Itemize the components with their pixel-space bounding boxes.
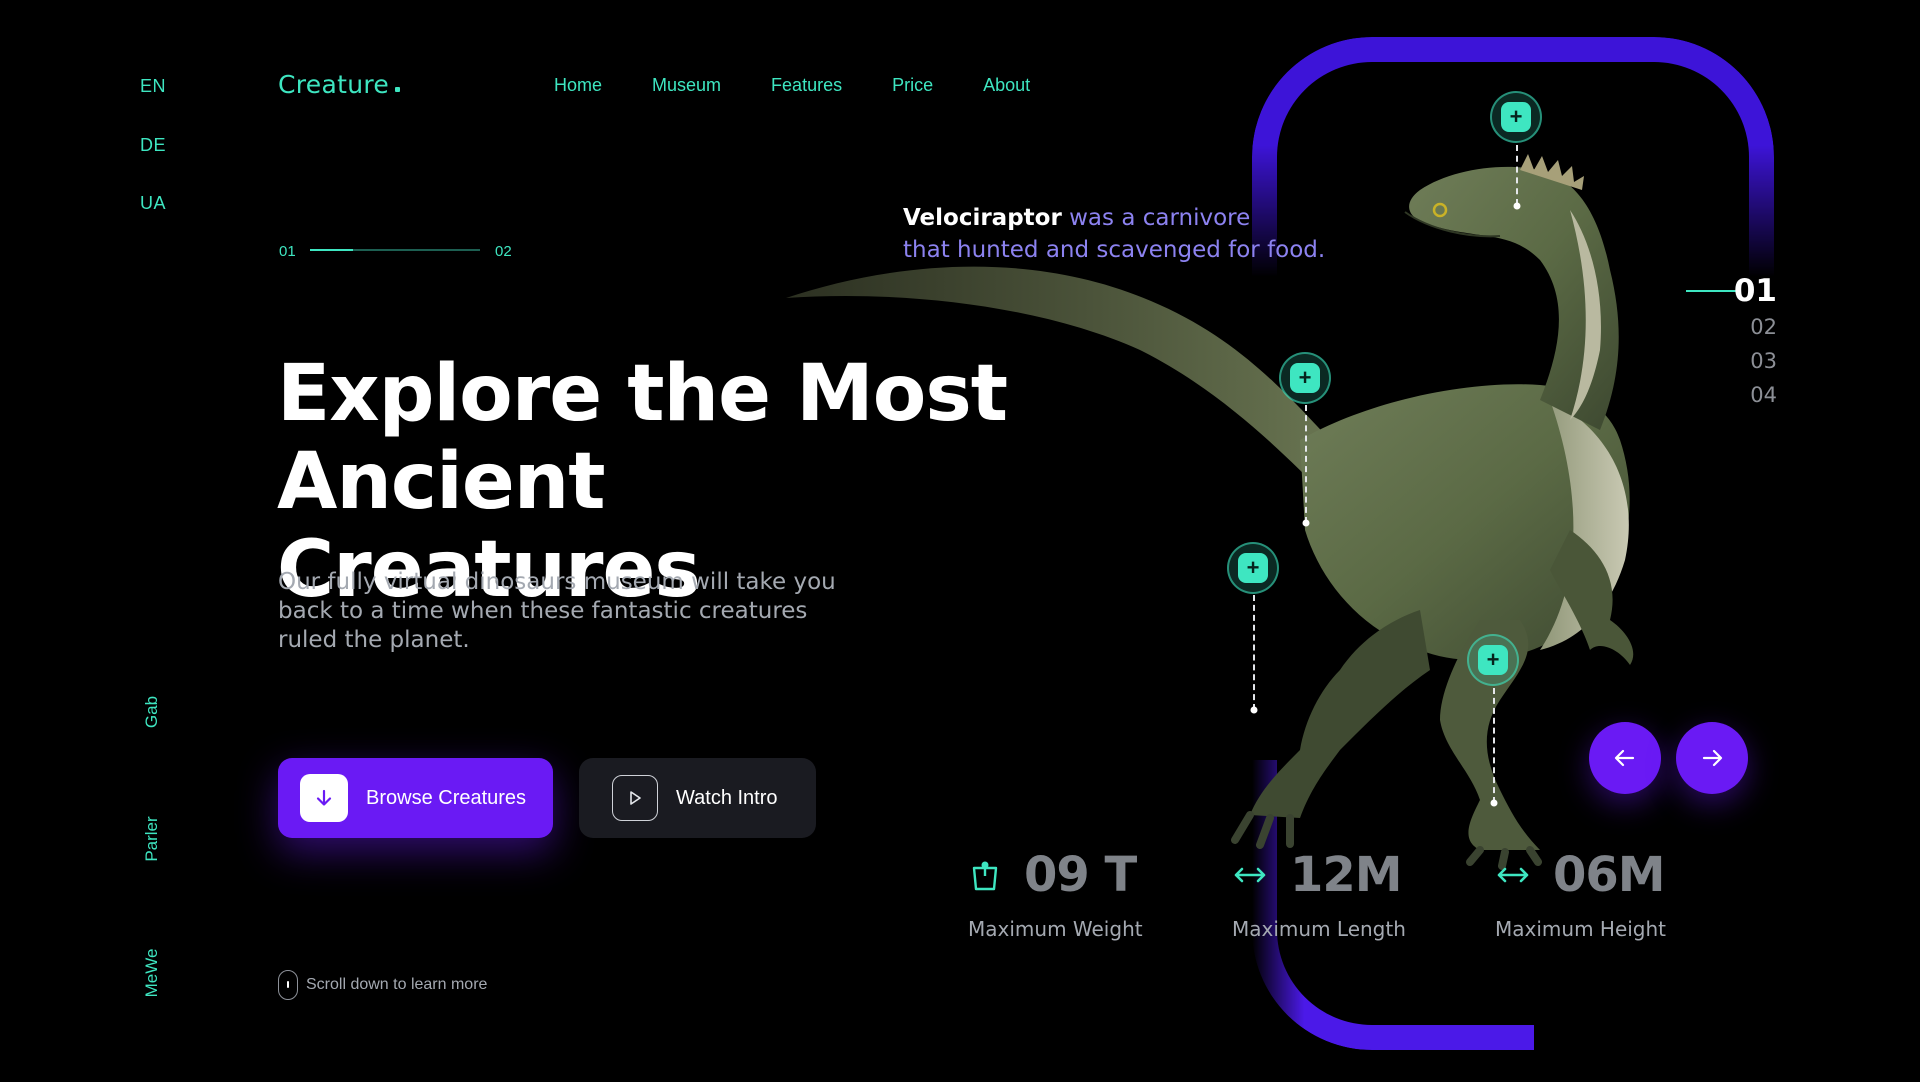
arrow-right-icon [1702, 749, 1723, 767]
social-gab[interactable]: Gab [142, 696, 162, 728]
hotspot-head-button[interactable]: + [1490, 91, 1542, 143]
logo-dot [395, 87, 401, 92]
play-icon [612, 775, 658, 821]
stat-height: 06M Maximum Height [1495, 847, 1666, 941]
weight-icon [972, 861, 998, 891]
pager-progress-track [310, 249, 480, 251]
stat-length: 12M Maximum Length [1232, 847, 1406, 941]
hotspot-connector [1516, 145, 1518, 205]
scroll-hint-label: Scroll down to learn more [306, 976, 488, 993]
social-mewe[interactable]: MeWe [142, 949, 162, 998]
next-button[interactable] [1676, 722, 1748, 794]
active-slide-indicator [1686, 290, 1736, 292]
pager-next: 02 [495, 243, 512, 260]
hotspot-anchor [1490, 799, 1498, 807]
caption-line2: that hunted and scavenged for food. [903, 237, 1326, 263]
nav-home[interactable]: Home [554, 75, 602, 96]
nav-price[interactable]: Price [892, 75, 933, 96]
logo-text: Creature [278, 70, 390, 99]
slide-01[interactable]: 01 [1734, 273, 1777, 309]
stat-height-value: 06M [1553, 847, 1666, 903]
stat-length-caption: Maximum Length [1232, 917, 1406, 941]
hotspot-anchor [1513, 202, 1521, 210]
prev-button[interactable] [1589, 722, 1661, 794]
plus-icon: + [1290, 363, 1320, 393]
slide-02[interactable]: 02 [1750, 315, 1777, 339]
caption-line1: was a carnivore [1061, 205, 1251, 231]
lang-en[interactable]: EN [140, 76, 166, 97]
browse-creatures-label: Browse Creatures [366, 786, 527, 809]
scroll-hint[interactable]: Scroll down to learn more [278, 970, 487, 1000]
social-parler[interactable]: Parler [142, 816, 162, 861]
length-arrows-icon [1234, 867, 1266, 883]
hotspot-anchor [1250, 706, 1258, 714]
hero-lead: Our fully virtual dinosaurs museum will … [278, 569, 836, 653]
height-arrows-icon [1497, 867, 1529, 883]
arrow-left-icon [1614, 749, 1635, 767]
pager-progress-fill [310, 249, 353, 251]
mouse-icon [278, 970, 298, 1000]
stat-height-caption: Maximum Height [1495, 917, 1667, 941]
stat-weight: 09 T Maximum Weight [968, 847, 1143, 941]
lang-ua[interactable]: UA [140, 193, 166, 214]
arrow-down-icon [300, 774, 348, 822]
slide-03[interactable]: 03 [1750, 349, 1777, 373]
slide-04[interactable]: 04 [1750, 383, 1777, 407]
hotspot-tail-button[interactable]: + [1279, 352, 1331, 404]
hotspot-anchor [1302, 519, 1310, 527]
stat-weight-caption: Maximum Weight [968, 917, 1143, 941]
plus-icon: + [1238, 553, 1268, 583]
stat-weight-value: 09 T [1024, 847, 1137, 903]
hotspot-foot-button[interactable]: + [1467, 634, 1519, 686]
hotspot-leg-button[interactable]: + [1227, 542, 1279, 594]
hotspot-connector [1305, 405, 1307, 523]
stat-length-value: 12M [1290, 847, 1403, 903]
pager-current: 01 [279, 243, 296, 260]
plus-icon: + [1501, 102, 1531, 132]
creature-name: Velociraptor [903, 205, 1062, 231]
nav-museum[interactable]: Museum [652, 75, 721, 96]
creature-caption: Velociraptor was a carnivore that hunted… [903, 202, 1325, 266]
hotspot-connector [1493, 688, 1495, 803]
watch-intro-label: Watch Intro [676, 786, 778, 809]
hotspot-connector [1253, 595, 1255, 710]
browse-creatures-button[interactable]: Browse Creatures [278, 758, 553, 838]
plus-icon: + [1478, 645, 1508, 675]
lang-de[interactable]: DE [140, 135, 166, 156]
main-nav: Home Museum Features Price About [554, 75, 1030, 96]
nav-about[interactable]: About [983, 75, 1030, 96]
nav-features[interactable]: Features [771, 75, 842, 96]
logo[interactable]: Creature [278, 70, 401, 99]
